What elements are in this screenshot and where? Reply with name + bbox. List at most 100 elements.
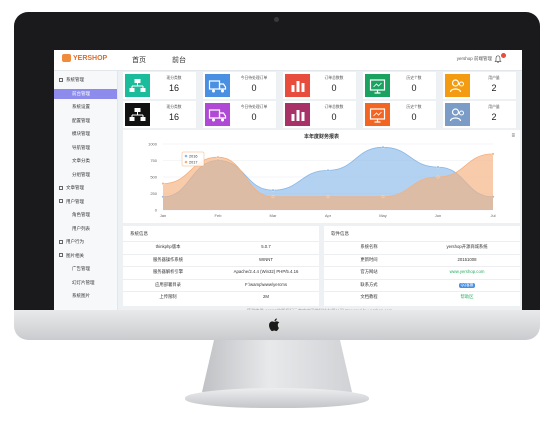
sidebar-item[interactable]: 用户管理 bbox=[54, 197, 117, 207]
sidebar-item[interactable]: 配置管理 bbox=[54, 116, 117, 126]
y-tick-label: 750 bbox=[150, 158, 157, 163]
info-row: 联系方式 QQ客服 bbox=[324, 278, 520, 290]
x-tick-label: Jul bbox=[490, 213, 495, 218]
stat-value: 2 bbox=[491, 83, 497, 93]
system-info-title: 系统信息 bbox=[130, 231, 148, 236]
info-row: 服务器操作系统 WINNT bbox=[123, 253, 319, 265]
qq-contact-button[interactable]: QQ客服 bbox=[458, 282, 476, 288]
camera-dot bbox=[274, 17, 279, 22]
chart-title: 本年度财务报表 bbox=[303, 134, 339, 140]
sidebar-item[interactable]: 系统管理 bbox=[54, 75, 117, 85]
stat-value: 16 bbox=[168, 112, 179, 122]
x-tick-label: Apr bbox=[325, 213, 332, 218]
apple-logo-icon bbox=[269, 318, 280, 332]
info-value: F:\wamp\www\yercms bbox=[244, 281, 288, 287]
sidebar-item-label: 用户列表 bbox=[72, 225, 90, 231]
truck-icon bbox=[205, 74, 230, 97]
info-value: 20151008 bbox=[457, 256, 477, 262]
sidebar-item[interactable]: 系统图片 bbox=[54, 291, 117, 301]
sidebar-item[interactable]: 角色管理 bbox=[54, 210, 117, 220]
stat-label: 订单总数数 bbox=[324, 76, 344, 80]
sidebar-item[interactable]: 用户行为 bbox=[54, 237, 117, 247]
legend-swatch bbox=[184, 160, 188, 164]
top-bar: YERSHOP 首页 前台 yershop 前端管理 bbox=[54, 50, 522, 71]
stat-card[interactable]: 历史个数 0 bbox=[363, 101, 436, 128]
sidebar-item[interactable]: 分组管理 bbox=[54, 170, 117, 180]
info-value: 2M bbox=[263, 294, 269, 299]
sidebar-item-label: 前台管理 bbox=[72, 90, 90, 96]
sidebar-item-label: 广告管理 bbox=[72, 266, 90, 271]
menu-icon[interactable]: ≡ bbox=[511, 133, 515, 139]
data-point bbox=[326, 195, 330, 199]
sidebar-item-label: 文章管理 bbox=[66, 185, 84, 190]
sidebar-item[interactable]: 广告管理 bbox=[54, 264, 117, 274]
stat-card[interactable]: 现分类数 16 bbox=[123, 72, 196, 99]
x-tick-label: Jan bbox=[160, 213, 166, 218]
info-row: 文档教程 帮助区 bbox=[324, 291, 520, 302]
monitor-icon bbox=[365, 74, 390, 97]
data-point bbox=[436, 175, 440, 179]
screen: YERSHOP 首页 前台 yershop 前端管理 系统管理前台管理系统设置配… bbox=[54, 50, 522, 320]
info-key: 服务器解析引擎 bbox=[152, 269, 184, 274]
expand-icon bbox=[59, 199, 63, 204]
y-tick-label: 1000 bbox=[148, 142, 158, 147]
stat-card[interactable]: 订单总数数 0 bbox=[283, 72, 356, 99]
data-point bbox=[381, 145, 385, 149]
sidebar-item-label: 分组管理 bbox=[72, 171, 90, 177]
sidebar-item[interactable]: 前台管理 bbox=[54, 88, 117, 99]
info-row: 服务器解析引擎 Apache/2.4.4 (Win32) PHP/5.4.16 bbox=[123, 266, 319, 277]
x-tick-label: Mar bbox=[270, 213, 278, 218]
stat-label: 今日待处理订单 bbox=[240, 76, 268, 80]
data-point bbox=[271, 188, 275, 192]
sidebar: 系统管理前台管理系统设置配置管理模块管理导航管理文章分类分组管理文章管理用户管理… bbox=[54, 71, 118, 320]
info-value[interactable]: www.yershop.com bbox=[450, 269, 485, 274]
x-tick-label: Feb bbox=[215, 213, 223, 218]
sitemap-icon bbox=[125, 74, 150, 97]
x-tick-label: Jun bbox=[435, 213, 441, 218]
info-value: 5.0.7 bbox=[261, 244, 271, 249]
stat-card[interactable]: 今日待处理订单 0 bbox=[203, 101, 276, 128]
sidebar-item-label: 图片相关 bbox=[66, 252, 84, 258]
user-menu[interactable]: yershop 前端管理 bbox=[457, 56, 492, 62]
y-tick-label: 500 bbox=[150, 175, 157, 180]
expand-icon bbox=[59, 239, 63, 244]
info-value: Apache/2.4.4 (Win32) PHP/5.4.16 bbox=[233, 269, 299, 274]
sidebar-item[interactable]: 文章管理 bbox=[54, 183, 117, 193]
info-value[interactable]: 帮助区 bbox=[461, 294, 474, 299]
truck-icon bbox=[205, 103, 230, 126]
info-key: 官方网站 bbox=[360, 269, 378, 274]
sidebar-item[interactable]: 模块管理 bbox=[54, 129, 117, 139]
info-key: 服务器操作系统 bbox=[152, 256, 184, 262]
info-row: thinkphp版本 5.0.7 bbox=[123, 241, 319, 252]
sidebar-item-label: 角色管理 bbox=[72, 212, 90, 217]
legend-label: 2016 bbox=[189, 155, 197, 159]
stat-label: 订单总数数 bbox=[324, 105, 344, 109]
info-key: 应用部署目录 bbox=[155, 281, 181, 287]
info-row: 应用部署目录 F:\wamp\www\yercms bbox=[123, 278, 319, 290]
stat-card[interactable]: 历史个数 0 bbox=[363, 72, 436, 99]
info-row: 官方网站 www.yershop.com bbox=[324, 266, 520, 277]
stat-card[interactable]: 今日待处理订单 0 bbox=[203, 72, 276, 99]
stat-card[interactable]: 用户量 2 bbox=[443, 101, 516, 128]
nav-frontend[interactable]: 前台 bbox=[172, 55, 186, 65]
sidebar-item[interactable]: 系统设置 bbox=[54, 102, 117, 112]
stat-label: 历史个数 bbox=[406, 105, 422, 109]
sidebar-item[interactable]: 文章分类 bbox=[54, 156, 117, 166]
sidebar-item[interactable]: 图片相关 bbox=[54, 251, 117, 261]
y-tick-label: 250 bbox=[150, 191, 157, 196]
stat-card[interactable]: 用户量 2 bbox=[443, 72, 516, 99]
sidebar-item[interactable]: 幻灯片管理 bbox=[54, 278, 117, 288]
info-key: thinkphp版本 bbox=[155, 244, 181, 249]
stat-value: 0 bbox=[411, 83, 417, 93]
info-key: 联系方式 bbox=[360, 281, 378, 287]
software-info-panel: 软件信息 系统名称 yershop开源商城系统 更新时间 20151008 官方网站 ww… bbox=[324, 226, 520, 306]
nav-home[interactable]: 首页 bbox=[132, 55, 146, 65]
sidebar-item[interactable]: 导航管理 bbox=[54, 143, 117, 153]
expand-icon bbox=[59, 185, 63, 190]
stat-value: 0 bbox=[251, 112, 257, 122]
stat-card[interactable]: 现分类数 16 bbox=[123, 101, 196, 128]
info-row: 上传限制 2M bbox=[123, 291, 319, 302]
logo[interactable]: YERSHOP bbox=[62, 54, 107, 62]
sidebar-item[interactable]: 用户列表 bbox=[54, 224, 117, 234]
stat-card[interactable]: 订单总数数 0 bbox=[283, 101, 356, 128]
